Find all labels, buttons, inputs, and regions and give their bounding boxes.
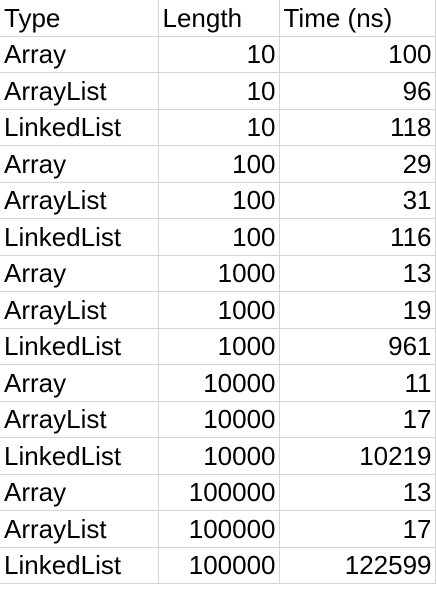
table-row: LinkedList 100 116 — [0, 218, 436, 256]
cell-type[interactable]: LinkedList — [0, 109, 159, 146]
cell-type[interactable]: LinkedList — [0, 547, 159, 584]
cell-length[interactable]: 100000 — [158, 474, 280, 511]
cell-time[interactable]: 96 — [279, 72, 436, 110]
cell-type[interactable]: ArrayList — [0, 72, 159, 110]
table-row: LinkedList 10 118 — [0, 109, 436, 146]
cell-type[interactable]: Array — [0, 145, 159, 183]
cell-time[interactable]: 10219 — [279, 437, 436, 475]
table-row: ArrayList 1000 19 — [0, 291, 436, 329]
cell-time[interactable]: 122599 — [279, 547, 436, 584]
cell-type[interactable]: LinkedList — [0, 328, 159, 365]
cell-length[interactable]: 10000 — [158, 364, 280, 402]
header-row: Type Length Time (ns) — [0, 0, 436, 37]
table-row: Array 100 29 — [0, 145, 436, 183]
cell-type[interactable]: ArrayList — [0, 510, 159, 548]
header-cell-type[interactable]: Type — [0, 0, 159, 37]
table-row: LinkedList 100000 122599 — [0, 547, 436, 584]
table-row: Array 10 100 — [0, 36, 436, 73]
cell-time[interactable]: 116 — [279, 218, 436, 256]
cell-length[interactable]: 10 — [158, 72, 280, 110]
cell-type[interactable]: Array — [0, 36, 159, 73]
cell-type[interactable]: Array — [0, 474, 159, 511]
cell-length[interactable]: 1000 — [158, 291, 280, 329]
cell-time[interactable]: 118 — [279, 109, 436, 146]
cell-length[interactable]: 10000 — [158, 401, 280, 438]
table-row: ArrayList 100000 17 — [0, 510, 436, 548]
cell-time[interactable]: 100 — [279, 36, 436, 73]
cell-length[interactable]: 100 — [158, 218, 280, 256]
table-row: LinkedList 10000 10219 — [0, 437, 436, 475]
cell-time[interactable]: 961 — [279, 328, 436, 365]
cell-length[interactable]: 100000 — [158, 547, 280, 584]
cell-length[interactable]: 100000 — [158, 510, 280, 548]
cell-time[interactable]: 13 — [279, 474, 436, 511]
cell-length[interactable]: 10000 — [158, 437, 280, 475]
cell-time[interactable]: 13 — [279, 255, 436, 292]
table-row: ArrayList 10000 17 — [0, 401, 436, 438]
cell-time[interactable]: 17 — [279, 510, 436, 548]
cell-type[interactable]: LinkedList — [0, 437, 159, 475]
cell-length[interactable]: 1000 — [158, 328, 280, 365]
cell-time[interactable]: 29 — [279, 145, 436, 183]
cell-type[interactable]: ArrayList — [0, 182, 159, 219]
cell-type[interactable]: ArrayList — [0, 401, 159, 438]
cell-length[interactable]: 100 — [158, 145, 280, 183]
cell-time[interactable]: 31 — [279, 182, 436, 219]
cell-length[interactable]: 1000 — [158, 255, 280, 292]
header-cell-time[interactable]: Time (ns) — [279, 0, 436, 37]
cell-time[interactable]: 19 — [279, 291, 436, 329]
table-row: Array 10000 11 — [0, 364, 436, 402]
cell-length[interactable]: 10 — [158, 109, 280, 146]
table-row: LinkedList 1000 961 — [0, 328, 436, 365]
spreadsheet-grid: Type Length Time (ns) Array 10 100 ArrayLis… — [0, 0, 436, 584]
table-row: Array 1000 13 — [0, 255, 436, 292]
cell-type[interactable]: LinkedList — [0, 218, 159, 256]
cell-time[interactable]: 11 — [279, 364, 436, 402]
cell-type[interactable]: Array — [0, 364, 159, 402]
header-cell-length[interactable]: Length — [158, 0, 280, 37]
cell-length[interactable]: 10 — [158, 36, 280, 73]
table-row: ArrayList 100 31 — [0, 182, 436, 219]
cell-type[interactable]: ArrayList — [0, 291, 159, 329]
cell-time[interactable]: 17 — [279, 401, 436, 438]
table-row: ArrayList 10 96 — [0, 72, 436, 110]
cell-type[interactable]: Array — [0, 255, 159, 292]
spreadsheet-body: Type Length Time (ns) Array 10 100 ArrayLis… — [0, 0, 436, 584]
table-row: Array 100000 13 — [0, 474, 436, 511]
cell-length[interactable]: 100 — [158, 182, 280, 219]
